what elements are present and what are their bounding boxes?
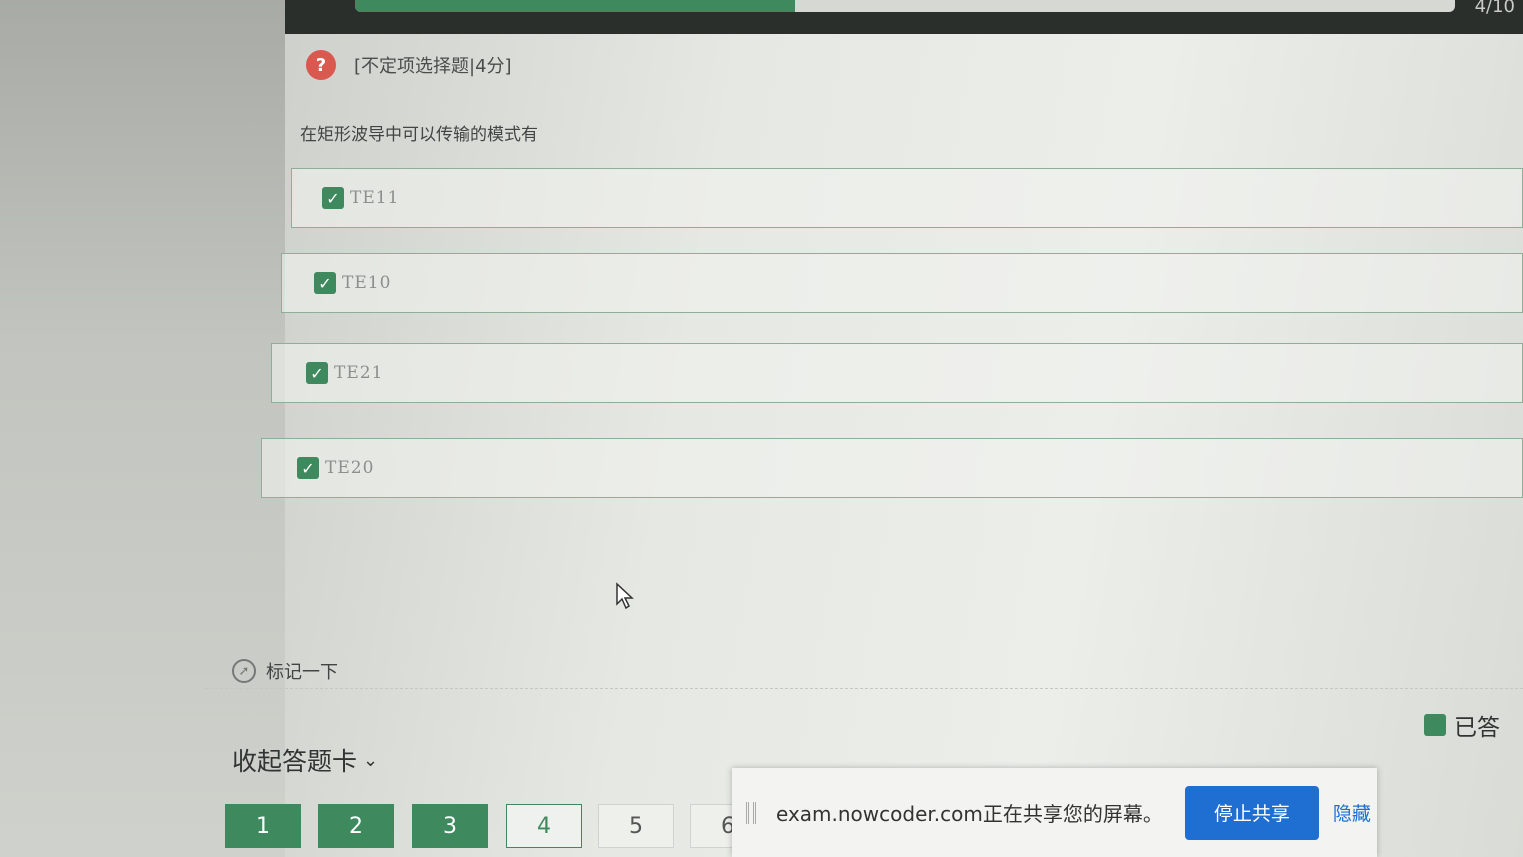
question-number-2[interactable]: 2 — [318, 804, 394, 848]
collapse-label: 收起答题卡 — [232, 747, 358, 776]
compass-icon: ➚ — [232, 659, 256, 683]
question-type-label: [不定项选择题|4分] — [354, 56, 512, 77]
checkbox-checked-icon[interactable]: ✓ — [314, 272, 336, 294]
option-label: TE20 — [325, 458, 375, 478]
hide-link[interactable]: 隐藏 — [1333, 799, 1371, 826]
top-progress-bar: 4/10 — [285, 0, 1523, 34]
question-help-icon: ? — [306, 50, 336, 80]
option-label: TE10 — [342, 273, 392, 293]
screen-bezel — [0, 0, 285, 857]
mouse-pointer-icon — [616, 582, 634, 610]
question-number-5[interactable]: 5 — [598, 804, 674, 848]
legend-answered: 已答 — [1424, 708, 1500, 742]
question-header: ? [不定项选择题|4分] — [306, 50, 512, 80]
mark-label: 标记一下 — [266, 662, 338, 683]
share-message: exam.nowcoder.com正在共享您的屏幕。 — [776, 802, 1163, 826]
checkbox-checked-icon[interactable]: ✓ — [297, 457, 319, 479]
option-te20[interactable]: ✓ TE20 — [261, 438, 1523, 498]
legend-answered-label: 已答 — [1454, 715, 1500, 741]
question-number-1[interactable]: 1 — [225, 804, 301, 848]
mark-question-button[interactable]: ➚ 标记一下 — [232, 658, 338, 684]
chevron-down-icon: ⌄ — [363, 749, 379, 771]
option-te21[interactable]: ✓ TE21 — [271, 343, 1523, 403]
option-te10[interactable]: ✓ TE10 — [281, 253, 1523, 313]
option-label: TE21 — [334, 363, 384, 383]
progress-track — [355, 0, 1455, 12]
checkbox-checked-icon[interactable]: ✓ — [306, 362, 328, 384]
screen-share-bar: exam.nowcoder.com正在共享您的屏幕。 停止共享 隐藏 — [732, 768, 1377, 857]
divider — [205, 688, 1523, 689]
question-number-4[interactable]: 4 — [506, 804, 582, 848]
question-text: 在矩形波导中可以传输的模式有 — [300, 125, 538, 145]
option-label: TE11 — [350, 188, 400, 208]
stop-sharing-button[interactable]: 停止共享 — [1184, 785, 1319, 840]
collapse-answer-card-button[interactable]: 收起答题卡 ⌄ — [232, 742, 378, 778]
progress-count: 4/10 — [1474, 0, 1515, 17]
answered-swatch — [1424, 714, 1446, 736]
option-te11[interactable]: ✓ TE11 — [291, 168, 1523, 228]
question-number-3[interactable]: 3 — [412, 804, 488, 848]
checkbox-checked-icon[interactable]: ✓ — [322, 187, 344, 209]
drag-handle-icon[interactable] — [746, 801, 756, 824]
progress-fill — [355, 0, 795, 12]
